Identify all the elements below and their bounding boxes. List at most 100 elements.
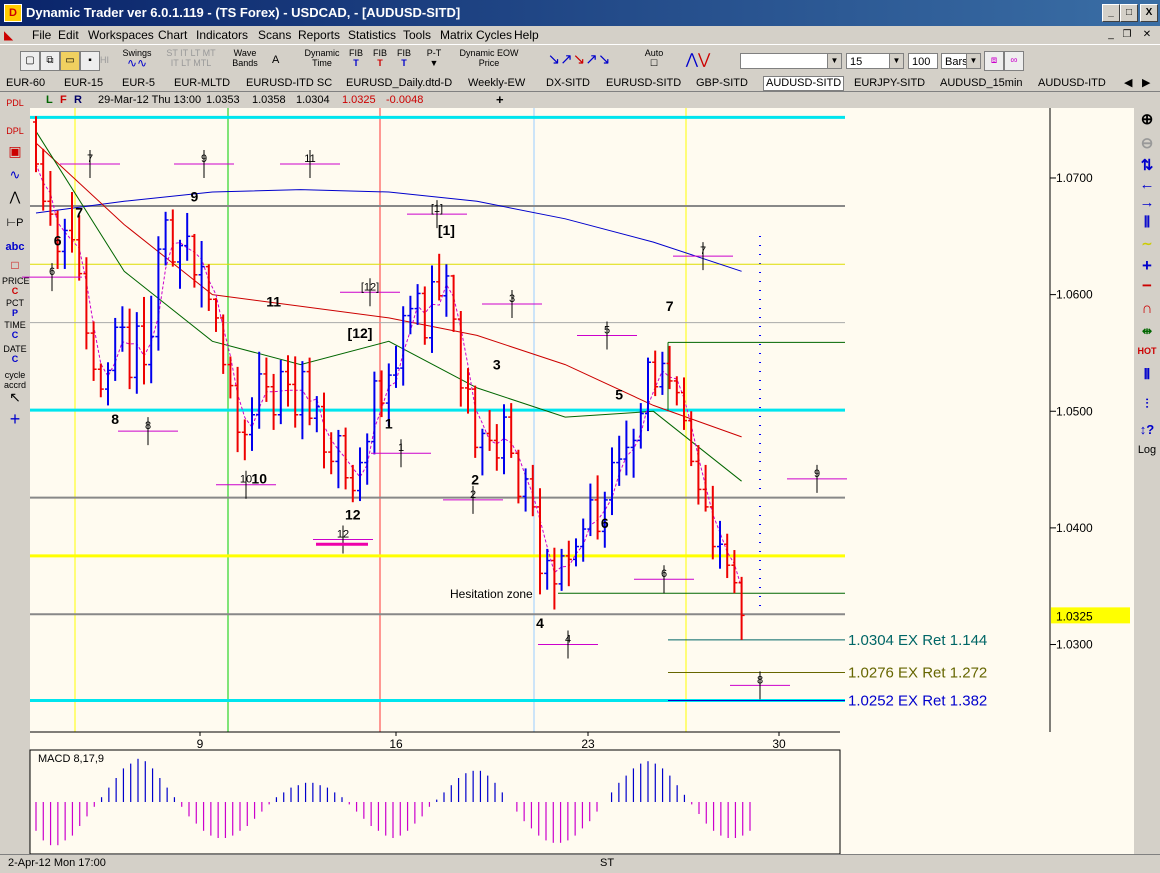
date-tick-label: 23 xyxy=(581,737,595,751)
price-bar[interactable] xyxy=(126,308,133,390)
price-bar[interactable] xyxy=(40,148,47,211)
price-bar[interactable] xyxy=(328,432,335,475)
price-bar[interactable] xyxy=(414,284,421,325)
price-bar[interactable] xyxy=(292,356,299,428)
price-bar[interactable] xyxy=(47,170,54,226)
price-bar[interactable] xyxy=(205,264,212,311)
price-bar[interactable] xyxy=(335,429,342,489)
price-bar[interactable] xyxy=(515,449,522,504)
line-icon[interactable]: ∼ xyxy=(1134,236,1160,252)
price-bar[interactable] xyxy=(630,428,637,478)
price-bar[interactable] xyxy=(76,215,83,281)
price-bar[interactable] xyxy=(249,397,255,451)
price-bar[interactable] xyxy=(565,540,572,587)
macd-label: MACD 8,17,9 xyxy=(38,753,104,765)
magnet-icon[interactable]: ∩ xyxy=(1134,300,1160,317)
macd-pane[interactable] xyxy=(29,749,841,855)
price-bar[interactable] xyxy=(364,433,371,485)
time-marker-label: 7 xyxy=(87,153,93,165)
price-bar[interactable] xyxy=(673,376,680,406)
price-bar[interactable] xyxy=(162,211,169,266)
time-marker-label: 3 xyxy=(509,293,515,305)
plus-icon[interactable]: + xyxy=(1134,256,1160,276)
moving-average-0 xyxy=(35,189,742,272)
scroll-right-icon[interactable]: → xyxy=(1134,194,1160,211)
price-bar[interactable] xyxy=(645,357,651,432)
bars-compress-icon[interactable]: ⫶ xyxy=(1134,396,1160,412)
price-bar[interactable] xyxy=(695,445,702,505)
price-bar[interactable] xyxy=(97,363,104,398)
scroll-left-icon[interactable]: ← xyxy=(1134,176,1160,193)
wave-label: [1] xyxy=(438,222,455,238)
price-bar[interactable] xyxy=(738,576,745,640)
price-bar[interactable] xyxy=(119,306,126,352)
price-bar[interactable] xyxy=(141,296,147,385)
hot-button[interactable]: HOT xyxy=(1134,346,1160,356)
price-bar[interactable] xyxy=(198,240,205,308)
price-bar[interactable] xyxy=(241,419,248,461)
price-bar[interactable] xyxy=(472,385,479,458)
price-bar[interactable] xyxy=(457,310,464,407)
time-marker-label: 11 xyxy=(304,153,315,165)
zoom-in-icon[interactable]: ⊕ xyxy=(1134,110,1160,128)
price-chart[interactable]: 1.0304 EX Ret 1.144 1.0276 EX Ret 1.272 1.… xyxy=(0,0,1160,872)
price-bar[interactable] xyxy=(529,464,536,517)
price-bar[interactable] xyxy=(652,350,659,397)
minus-icon[interactable]: − xyxy=(1134,276,1160,296)
price-bar[interactable] xyxy=(191,233,198,288)
split-icon[interactable]: ⇹ xyxy=(1134,324,1160,338)
price-bar[interactable] xyxy=(306,357,313,426)
price-bar[interactable] xyxy=(313,396,320,433)
price-bar[interactable] xyxy=(220,314,227,374)
price-bar[interactable] xyxy=(90,321,97,381)
price-bar[interactable] xyxy=(429,265,435,353)
price-bar[interactable] xyxy=(609,447,615,516)
price-bar[interactable] xyxy=(285,355,291,407)
price-bar[interactable] xyxy=(133,312,140,394)
price-bar[interactable] xyxy=(436,253,443,301)
price-bar[interactable] xyxy=(61,218,68,269)
log-button[interactable]: Log xyxy=(1134,444,1160,456)
help-arrows-icon[interactable]: ↕? xyxy=(1134,422,1160,437)
bar-spacing-icon[interactable]: ⫼ xyxy=(1134,214,1160,230)
price-bar[interactable] xyxy=(112,317,119,381)
price-bar[interactable] xyxy=(493,424,500,471)
price-bar[interactable] xyxy=(616,435,623,486)
price-bar[interactable] xyxy=(169,209,176,267)
wave-label: 3 xyxy=(493,356,501,372)
price-bar[interactable] xyxy=(371,371,378,455)
price-bar[interactable] xyxy=(213,298,219,332)
price-bar[interactable] xyxy=(33,116,39,173)
scale-up-down-icon[interactable]: ⇅ xyxy=(1134,156,1160,174)
price-bar[interactable] xyxy=(69,191,75,253)
price-bar[interactable] xyxy=(184,212,191,261)
price-bar[interactable] xyxy=(277,359,284,425)
price-bar[interactable] xyxy=(450,274,457,332)
time-marker-label: 10 xyxy=(240,474,252,486)
price-bar[interactable] xyxy=(421,286,428,345)
price-bar[interactable] xyxy=(702,464,709,512)
time-marker-label: 8 xyxy=(145,420,151,432)
scale-bars-icon[interactable]: ⫴ xyxy=(1134,366,1160,383)
price-bar[interactable] xyxy=(479,428,486,476)
time-marker-label: 5 xyxy=(604,324,610,336)
price-tick-label: 1.0700 xyxy=(1056,171,1093,185)
price-bar[interactable] xyxy=(393,345,399,388)
price-bar[interactable] xyxy=(299,361,306,440)
price-bar[interactable] xyxy=(486,410,493,451)
price-bar[interactable] xyxy=(105,362,111,406)
price-bar[interactable] xyxy=(148,295,155,384)
price-bar[interactable] xyxy=(659,351,666,395)
price-bar[interactable] xyxy=(594,475,601,540)
price-bar[interactable] xyxy=(342,427,349,490)
zoom-out-icon[interactable]: ⊖ xyxy=(1134,134,1160,152)
price-bar[interactable] xyxy=(270,373,277,430)
price-bar[interactable] xyxy=(573,538,579,567)
price-bar[interactable] xyxy=(587,483,594,537)
price-bar[interactable] xyxy=(256,351,263,429)
price-bar[interactable] xyxy=(623,420,630,476)
wave-label: 4 xyxy=(536,615,544,631)
price-bar[interactable] xyxy=(407,295,414,335)
price-bar[interactable] xyxy=(522,468,529,512)
price-bar[interactable] xyxy=(537,488,543,595)
